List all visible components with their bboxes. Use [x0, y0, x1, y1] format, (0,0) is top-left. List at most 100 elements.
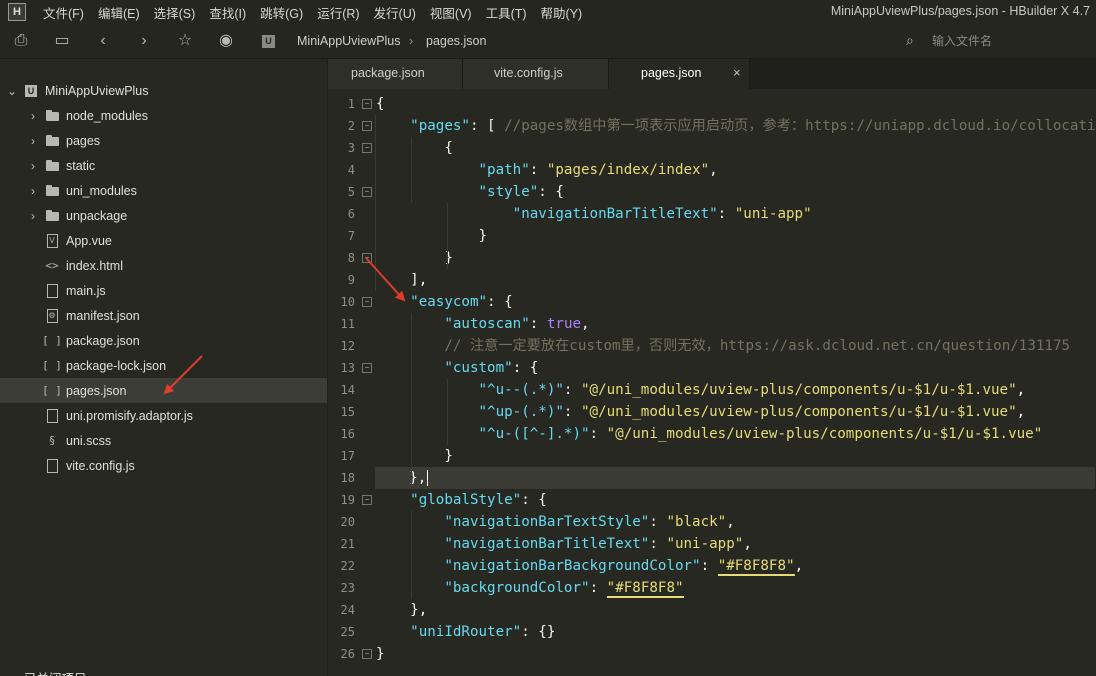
file-item[interactable]: <> index.html: [0, 253, 327, 278]
line-number: 24: [340, 603, 355, 617]
code-line[interactable]: ],: [376, 269, 427, 291]
folder-item[interactable]: › pages: [0, 128, 327, 153]
code-token: }: [376, 228, 488, 244]
code-token: "navigationBarTitleText": [512, 206, 718, 222]
folder-item[interactable]: › unpackage: [0, 203, 327, 228]
code-line[interactable]: {: [376, 137, 453, 159]
file-search[interactable]: ⌕: [904, 32, 1094, 52]
file-item[interactable]: main.js: [0, 278, 327, 303]
run-icon[interactable]: ◉: [216, 31, 236, 51]
back-icon[interactable]: ‹: [93, 31, 113, 51]
tab-pages-json[interactable]: pages.json ×: [609, 59, 750, 89]
code-line[interactable]: },: [375, 467, 1095, 489]
folder-item[interactable]: › node_modules: [0, 103, 327, 128]
file-search-input[interactable]: [932, 32, 1082, 50]
chevron-right-icon[interactable]: ›: [27, 209, 39, 223]
fold-toggle-icon[interactable]: −: [362, 495, 372, 505]
code-line[interactable]: "navigationBarTextStyle": "black",: [376, 511, 734, 533]
chevron-right-icon[interactable]: ›: [27, 134, 39, 148]
code-line[interactable]: "custom": {: [376, 357, 538, 379]
indent-guide: [447, 203, 448, 269]
tree-item-label: pages: [66, 133, 101, 148]
code-line[interactable]: "^up-(.*)": "@/uni_modules/uview-plus/co…: [376, 401, 1026, 423]
closed-projects[interactable]: 已关闭项目: [0, 664, 327, 676]
code-line[interactable]: }: [376, 225, 487, 247]
code-line[interactable]: },: [376, 599, 427, 621]
code-token: ,: [1016, 382, 1026, 398]
menu-item[interactable]: 文件(F): [36, 3, 91, 22]
close-icon[interactable]: ×: [733, 65, 741, 80]
tree-item-label: node_modules: [66, 108, 149, 123]
code-line[interactable]: {: [376, 93, 385, 115]
fold-toggle-icon[interactable]: −: [362, 121, 372, 131]
fold-toggle-icon[interactable]: −: [362, 297, 372, 307]
code-line[interactable]: "^u-([^-].*)": "@/uni_modules/uview-plus…: [376, 423, 1043, 445]
file-item[interactable]: uni.promisify.adaptor.js: [0, 403, 327, 428]
fold-toggle-icon[interactable]: −: [362, 143, 372, 153]
file-item[interactable]: vite.config.js: [0, 453, 327, 478]
folder-item[interactable]: › uni_modules: [0, 178, 327, 203]
fold-toggle-icon[interactable]: −: [362, 187, 372, 197]
tree-item-label: uni_modules: [66, 183, 137, 198]
code-line[interactable]: "navigationBarTitleText": "uni-app",: [376, 533, 752, 555]
code-token: ,: [794, 558, 804, 574]
code-line[interactable]: }: [376, 247, 453, 269]
menu-item[interactable]: 运行(R): [310, 3, 366, 22]
chevron-right-icon[interactable]: ›: [27, 184, 39, 198]
code-line[interactable]: }: [376, 445, 453, 467]
json-file-icon: [ ]: [42, 334, 62, 347]
code-line[interactable]: "^u--(.*)": "@/uni_modules/uview-plus/co…: [376, 379, 1026, 401]
file-item[interactable]: ⚙ manifest.json: [0, 303, 327, 328]
fold-toggle-icon[interactable]: −: [362, 363, 372, 373]
menu-item[interactable]: 编辑(E): [91, 3, 147, 22]
project-root[interactable]: ⌄ U MiniAppUviewPlus: [0, 78, 327, 103]
file-item[interactable]: V App.vue: [0, 228, 327, 253]
code-line[interactable]: "globalStyle": {: [376, 489, 547, 511]
code-token: ,: [743, 536, 752, 552]
code-token: "pages/index/index": [546, 162, 710, 178]
project-explorer: ⌄ U MiniAppUviewPlus › node_modules › pages…: [0, 59, 328, 676]
file-item[interactable]: [ ] package.json: [0, 328, 327, 353]
star-icon[interactable]: ☆: [175, 31, 195, 51]
menu-item[interactable]: 视图(V): [423, 3, 479, 22]
code-line[interactable]: "backgroundColor": "#F8F8F8": [376, 577, 684, 599]
file-item[interactable]: [ ] pages.json: [0, 378, 327, 403]
menu-item[interactable]: 查找(I): [202, 3, 253, 22]
code-editor[interactable]: 1−{2− "pages": [ //pages数组中第一项表示应用启动页，参考…: [328, 89, 1096, 676]
menu-item[interactable]: 选择(S): [147, 3, 203, 22]
file-item[interactable]: § uni.scss: [0, 428, 327, 453]
tree-item-label: unpackage: [66, 208, 128, 223]
code-line[interactable]: // 注意一定要放在custom里，否则无效，https://ask.dclou…: [376, 335, 1070, 357]
fold-toggle-icon[interactable]: −: [362, 649, 372, 659]
menu-item[interactable]: 跳转(G): [253, 3, 310, 22]
fold-toggle-icon[interactable]: −: [362, 99, 372, 109]
save-icon[interactable]: ▭: [52, 31, 72, 51]
fold-toggle-icon[interactable]: −: [362, 253, 372, 263]
file-item[interactable]: [ ] package-lock.json: [0, 353, 327, 378]
breadcrumb-project[interactable]: MiniAppUviewPlus: [297, 34, 401, 48]
code-line[interactable]: }: [376, 643, 385, 665]
breadcrumb-file[interactable]: pages.json: [426, 34, 486, 48]
chevron-down-icon[interactable]: ⌄: [6, 84, 18, 98]
forward-icon[interactable]: ›: [134, 31, 154, 51]
code-line[interactable]: "easycom": {: [376, 291, 513, 313]
folder-item[interactable]: › static: [0, 153, 327, 178]
tab-package-json[interactable]: package.json: [328, 59, 463, 89]
code-line[interactable]: "style": {: [376, 181, 564, 203]
tab-vite-config[interactable]: vite.config.js: [463, 59, 609, 89]
code-line[interactable]: "uniIdRouter": {}: [376, 621, 555, 643]
chevron-right-icon[interactable]: ›: [27, 159, 39, 173]
chevron-right-icon[interactable]: ›: [27, 109, 39, 123]
menu-item[interactable]: 发行(U): [367, 3, 423, 22]
code-line[interactable]: "navigationBarTitleText": "uni-app": [376, 203, 812, 225]
menu-item[interactable]: 帮助(Y): [534, 3, 590, 22]
code-line[interactable]: "autoscan": true,: [376, 313, 589, 335]
code-line[interactable]: "navigationBarBackgroundColor": "#F8F8F8…: [376, 555, 803, 577]
menu-item[interactable]: 工具(T): [479, 3, 534, 22]
code-line[interactable]: "path": "pages/index/index",: [376, 159, 718, 181]
new-file-icon[interactable]: ⎙: [11, 31, 31, 51]
code-token: ],: [376, 272, 428, 288]
code-line[interactable]: "pages": [ //pages数组中第一项表示应用启动页，参考：https…: [376, 115, 1096, 137]
